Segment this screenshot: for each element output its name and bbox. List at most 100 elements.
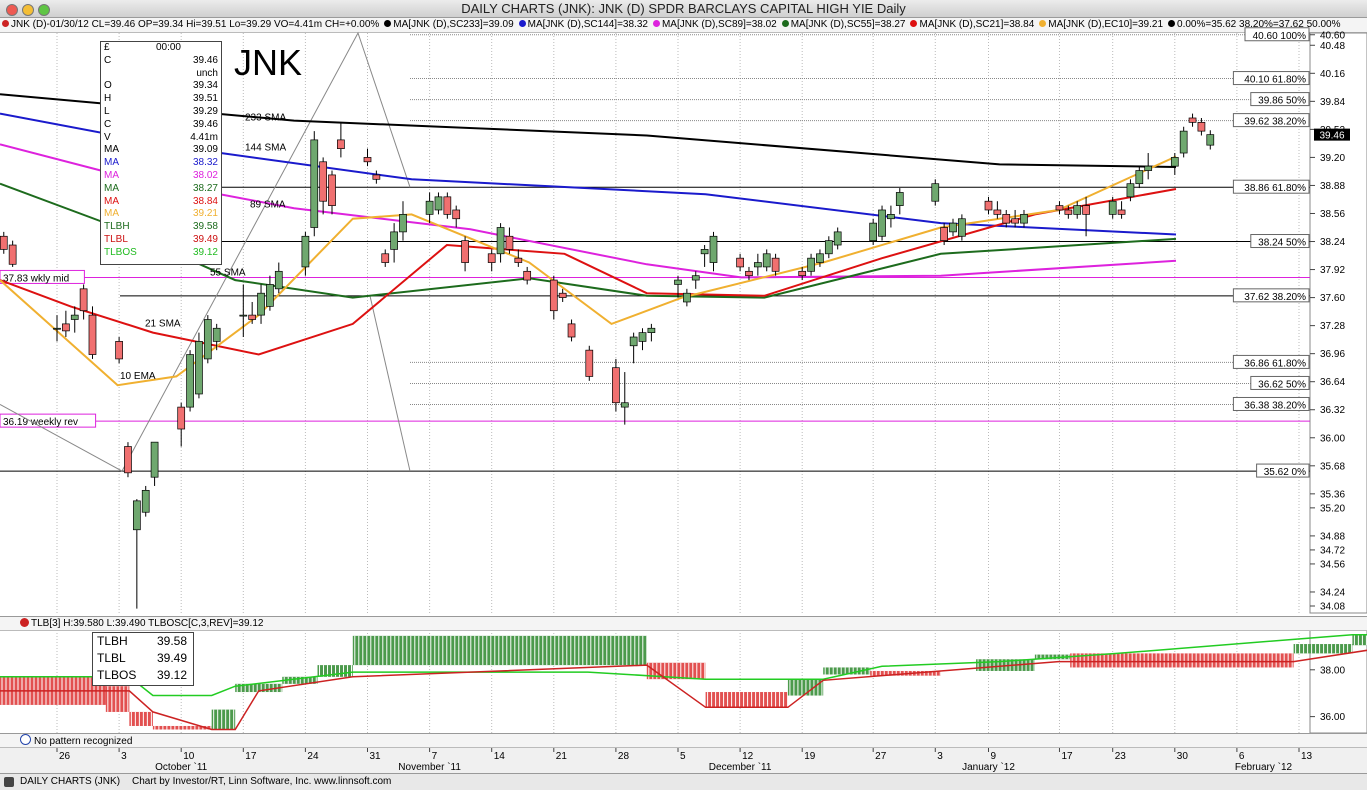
quote-row: MA 39.09 (101, 144, 221, 157)
candle-body (709, 235, 718, 263)
week-tick-label: 3 (937, 751, 943, 762)
candle-body (585, 349, 594, 377)
quote-row-key: TLBOS (104, 246, 137, 258)
candle-body (425, 200, 434, 215)
level-label: 36.62 50% (1258, 379, 1306, 390)
candle-body (132, 500, 141, 531)
candle-body (895, 192, 904, 206)
quote-row: O 39.34 (101, 80, 221, 93)
candle-body (1126, 183, 1135, 198)
quote-row: H 39.51 (101, 93, 221, 106)
week-tick-label: 21 (556, 751, 568, 762)
quote-row-key: TLBL (104, 233, 128, 245)
quote-row-key: O (104, 80, 112, 92)
quote-row: TLBH 39.58 (101, 221, 221, 234)
candle-body (878, 209, 886, 237)
quote-row-value: 39.12 (192, 246, 218, 258)
candle-body (807, 257, 815, 272)
quote-row-value: 39.46 (192, 54, 218, 66)
quote-row: unch (101, 68, 221, 81)
candle-body (1002, 214, 1011, 224)
candle-body (443, 196, 452, 215)
quote-row-value: 38.27 (192, 182, 218, 194)
pattern-status-text: No pattern recognized (34, 736, 133, 747)
tlb-color-icon (20, 618, 29, 627)
candle-body (177, 406, 186, 430)
quote-header: £ 00:00 (101, 42, 221, 55)
candle-body (558, 292, 567, 298)
osc-quote-key: TLBOS (97, 668, 137, 682)
candle-body (993, 209, 1002, 215)
quote-row-key: MA (104, 157, 119, 169)
candle-body (1179, 130, 1188, 154)
price-tick-label: 36.96 (1320, 349, 1345, 360)
ma-label: 21 SMA (145, 319, 181, 330)
candle-body (567, 323, 576, 338)
candle-body (1055, 205, 1064, 211)
osc-quote-row: TLBH 39.58 (93, 633, 193, 650)
candle-body (487, 253, 496, 263)
candle-body (1108, 200, 1117, 215)
candle-body (700, 249, 709, 255)
price-tick-label: 35.20 (1320, 503, 1345, 514)
quote-row-value: 39.34 (192, 80, 218, 92)
candle-body (674, 279, 682, 285)
month-label: December `11 (709, 761, 772, 773)
candle-body (301, 235, 310, 268)
last-price-label: 39.46 (1319, 131, 1344, 142)
candle-body (212, 327, 221, 342)
quote-row: L 39.29 (101, 106, 221, 119)
candle-body (274, 270, 283, 290)
quote-row: MA 38.32 (101, 157, 221, 170)
level-label: 36.86 61.80% (1244, 358, 1306, 369)
quote-row: MA 38.27 (101, 183, 221, 196)
ma-label: 144 SMA (245, 142, 286, 153)
price-tick-label: 39.20 (1320, 153, 1345, 164)
tlb-block (105, 686, 130, 712)
candle-body (257, 292, 265, 316)
candle-body (399, 214, 407, 233)
price-tick-label: 38.88 (1320, 181, 1345, 192)
price-tick-label: 36.32 (1320, 405, 1345, 416)
candle-body (523, 270, 532, 281)
candle-body (124, 446, 132, 474)
candle-body (620, 402, 629, 408)
week-tick-label: 14 (494, 751, 506, 762)
footer-chart-name: DAILY CHARTS (JNK) (20, 776, 121, 787)
quote-row-value: 39.46 (192, 118, 218, 130)
candle-body (1011, 218, 1019, 224)
month-label: October `11 (155, 761, 207, 773)
quote-row-key: TLBH (104, 221, 130, 233)
osc-tick-label: 38.00 (1320, 665, 1345, 676)
candle-body (1135, 170, 1144, 185)
quote-row: TLBOS 39.12 (101, 247, 221, 260)
candle-body (629, 336, 638, 347)
candle-body (141, 489, 150, 513)
candle-body (1197, 122, 1206, 132)
quote-row-value: 39.21 (192, 208, 218, 220)
candle-body (195, 341, 203, 395)
candle-body (266, 284, 274, 307)
candle-body (1170, 157, 1179, 167)
week-tick-label: 23 (1115, 751, 1127, 762)
ma-label: 89 SMA (250, 199, 286, 210)
quote-row-key: MA (104, 208, 119, 220)
candle-body (887, 214, 895, 220)
oscillator-legend-bar[interactable]: TLB[3] H:39.580 L:39.490 TLBOSC[C,3,REV]… (0, 616, 1367, 631)
level-label: 40.10 61.80% (1244, 75, 1306, 86)
candle-body (647, 327, 656, 333)
app-logo-icon (4, 777, 14, 787)
candle-body (8, 244, 17, 265)
candle-body (691, 275, 700, 281)
quote-row: C 39.46 (101, 119, 221, 132)
week-tick-label: 9 (991, 751, 997, 762)
osc-quote-key: TLBH (97, 634, 128, 648)
week-tick-label: 26 (59, 751, 71, 762)
level-label: 35.62 0% (1264, 467, 1306, 478)
candle-body (1020, 214, 1028, 224)
price-tick-label: 36.00 (1320, 433, 1345, 444)
quote-row-value: 39.09 (192, 144, 218, 156)
price-tick-label: 40.16 (1320, 69, 1345, 80)
quote-row-value: 39.29 (192, 105, 218, 117)
week-tick-label: 5 (680, 751, 686, 762)
